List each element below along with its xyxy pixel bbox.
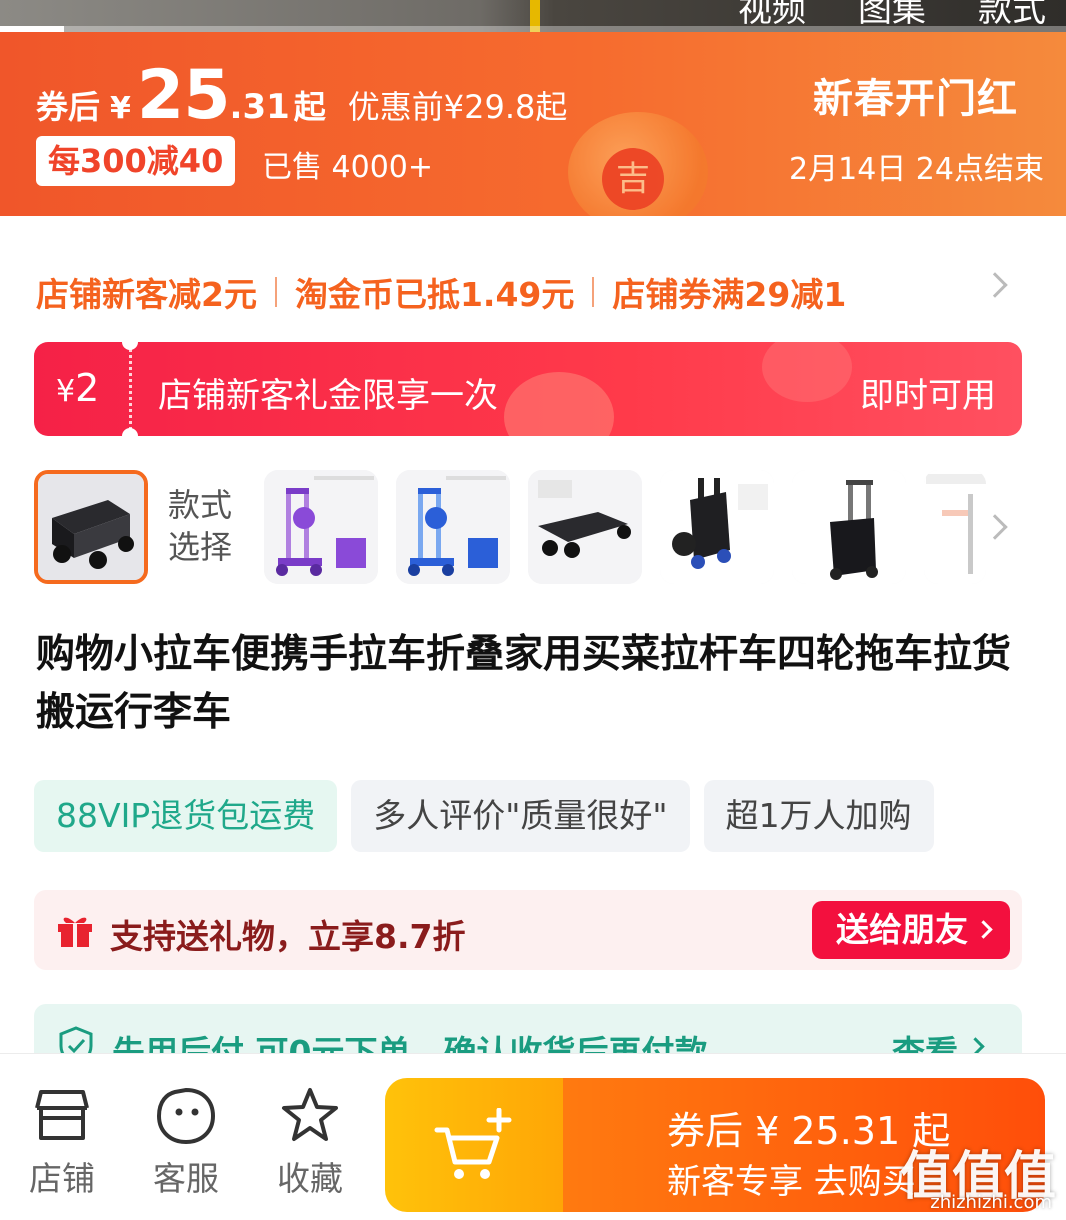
gift-currency: ¥ [56,374,76,409]
ticket-notch [122,342,138,350]
style-label-line2: 选择 [168,528,233,566]
gift-use-now[interactable]: 即时可用 [860,368,996,417]
product-page: 视频 图集 款式 吉 券后 ¥ 25 .31 起 优惠前¥29.8起 每300减… [0,0,1066,1220]
tangerine-icon: 吉 [568,112,708,216]
divider [274,277,277,307]
original-price: 优惠前¥29.8起 [347,88,568,126]
gift-row[interactable]: 支持送礼物，立享8.7折 送给朋友 [34,890,1022,970]
coupon-row[interactable]: 店铺新客减2元 淘金币已抵1.49元 店铺券满29减1 [36,268,846,316]
style-thumb-blue[interactable] [396,470,510,584]
coupon-taojinbi: 淘金币已抵1.49元 [294,275,575,314]
watermark-url: zhizhizhi.com [930,1192,1052,1213]
event-title: 新春开门红 [813,76,1018,122]
style-selector: 款式 选择 [34,470,1034,586]
purple-cart-image [264,470,378,584]
style-label-line1: 款式 [168,486,233,524]
shop-label: 店铺 [29,1159,95,1198]
event-end-time: 2月14日 24点结束 [789,152,1044,187]
gift-value: 2 [75,366,100,410]
cart-plus-icon [434,1108,512,1179]
sold-count: 已售 4000+ [262,150,434,185]
price-suffix: 起 [293,88,326,126]
gift-icon [58,917,92,947]
product-title: 购物小拉车便携手拉车折叠家用买菜拉杆车四轮拖车拉货搬运行李车 [36,632,1012,735]
black-cart-image [38,474,144,580]
chevron-right-icon [974,920,993,939]
ticket-notch [122,428,138,436]
tag-popular[interactable]: 超1万人加购 [703,780,934,852]
favorite-label: 收藏 [277,1159,343,1198]
tag-row: 88VIP退货包运费 多人评价"质量很好" 超1万人加购 [34,780,934,852]
style-label: 款式 选择 [168,484,248,568]
black-cart-folded-image [528,470,642,584]
cart-partial-image [924,470,986,584]
gift-amount: ¥2 [56,366,99,410]
style-thumb-partial[interactable] [924,470,986,584]
style-thumb-black-folded[interactable] [528,470,642,584]
price-prefix: 券后 [36,88,101,126]
divider [592,277,595,307]
lucky-seal: 吉 [602,148,664,210]
customer-service-button[interactable]: 客服 [126,1086,246,1200]
price-decimal: .31 [229,87,290,127]
favorite-button[interactable]: 收藏 [250,1086,370,1200]
buy-subtitle: 新客专享 去购买 [667,1162,916,1202]
style-thumb-selected[interactable] [34,470,148,584]
tag-88vip[interactable]: 88VIP退货包运费 [34,780,338,852]
send-to-friend-label: 送给朋友 [836,910,968,949]
chevron-right-icon[interactable] [982,272,1008,298]
service-label: 客服 [153,1159,219,1198]
price-currency: ¥ [110,91,131,126]
style-thumb-with-bag[interactable] [792,470,906,584]
service-face-icon [156,1087,216,1144]
blue-cart-image [396,470,510,584]
coupon-shop: 店铺券满29减1 [612,275,847,314]
tag-reviews[interactable]: 多人评价"质量很好" [351,780,690,852]
style-thumb-purple[interactable] [264,470,378,584]
coupon-new-customer: 店铺新客减2元 [36,275,257,314]
cart-with-bag-image [792,470,906,584]
promo-banner: 吉 券后 ¥ 25 .31 起 优惠前¥29.8起 每300减40 已售 400… [0,32,1066,216]
star-icon [282,1088,338,1141]
media-viewer[interactable]: 视频 图集 款式 [0,0,1066,32]
new-customer-gift-banner[interactable]: ¥2 店铺新客礼金限享一次 即时可用 [34,342,1022,436]
discount-badge: 每300减40 [36,136,236,186]
shop-icon [35,1090,89,1140]
add-to-cart-button[interactable] [385,1078,563,1212]
style-thumb-black-upright[interactable] [660,470,774,584]
decor-blob [504,372,614,436]
shop-button[interactable]: 店铺 [2,1086,122,1200]
decor-blob [762,342,852,402]
gift-text: 支持送礼物，立享8.7折 [110,917,466,956]
ticket-perforation [129,342,132,436]
gift-description: 店铺新客礼金限享一次 [158,376,498,416]
coupon-price: 券后 ¥ 25 .31 起 优惠前¥29.8起 [36,56,567,135]
black-cart-upright-image [660,470,774,584]
price-integer: 25 [136,56,231,135]
send-to-friend-button[interactable]: 送给朋友 [812,901,1010,959]
